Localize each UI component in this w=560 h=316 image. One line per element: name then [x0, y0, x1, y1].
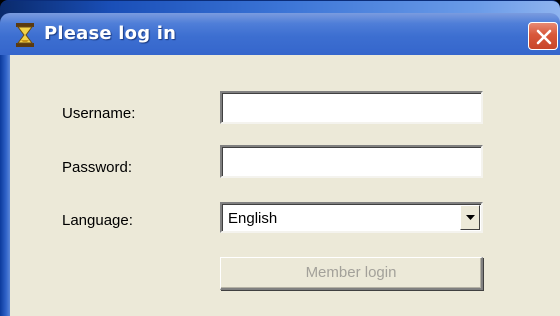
dropdown-button[interactable]: [460, 205, 480, 230]
username-label: Username:: [62, 105, 136, 122]
window-frame-left: [0, 55, 10, 316]
language-select[interactable]: English: [220, 202, 483, 233]
username-input[interactable]: [222, 93, 481, 122]
password-field[interactable]: [220, 145, 483, 178]
close-button[interactable]: [528, 22, 558, 50]
login-window: Please log in Username: Password: Langua…: [0, 0, 560, 316]
language-selected-value: English: [228, 210, 278, 227]
window-title: Please log in: [44, 23, 177, 44]
language-label: Language:: [62, 212, 133, 229]
title-bar[interactable]: Please log in: [0, 13, 560, 55]
member-login-button[interactable]: Member login: [220, 257, 483, 290]
close-icon: [536, 29, 552, 45]
password-label: Password:: [62, 159, 133, 176]
hourglass-icon: [16, 23, 34, 47]
chevron-down-icon: [466, 215, 475, 220]
password-input[interactable]: [222, 147, 481, 176]
username-field[interactable]: [220, 91, 483, 124]
dialog-body: Username: Password: Language: English Me…: [10, 55, 560, 316]
